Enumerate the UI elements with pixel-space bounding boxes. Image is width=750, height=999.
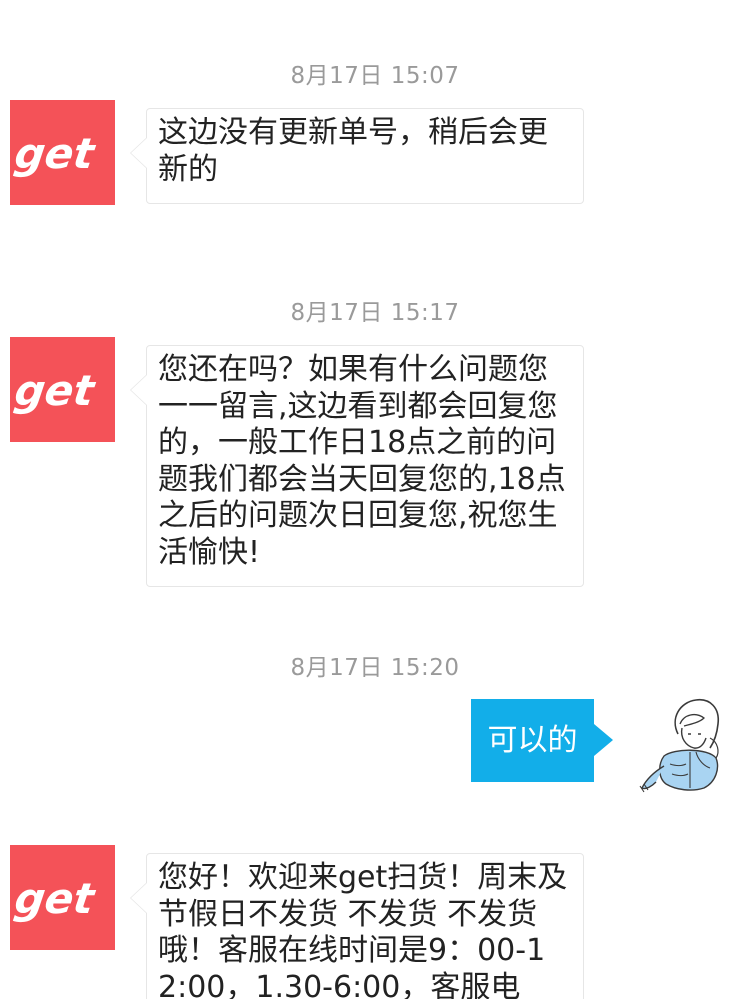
get-logo-avatar[interactable]: get (10, 845, 115, 950)
message-text: 您还在吗？如果有什么问题您一一留言,这边看到都会回复您的，一般工作日18点之前的… (158, 352, 566, 570)
message-timestamp: 8月17日 15:17 (290, 300, 460, 326)
chat-screen: 8月17日 15:07 get 这边没有更新单号，稍后会更新的 8月17日 15… (0, 0, 750, 999)
get-logo-text: get (12, 366, 99, 415)
message-timestamp: 8月17日 15:07 (290, 63, 460, 89)
bubble-tail (130, 374, 147, 406)
incoming-message-bubble[interactable]: 您还在吗？如果有什么问题您一一留言,这边看到都会回复您的，一般工作日18点之前的… (130, 345, 584, 587)
outgoing-message-bubble[interactable]: 可以的 (471, 699, 613, 782)
user-sketch-avatar-icon (634, 694, 738, 800)
incoming-message-bubble[interactable]: 您好！欢迎来get扫货！周末及节假日不发货 不发货 不发货哦！客服在线时间是9：… (130, 853, 584, 999)
message-text: 您好！欢迎来get扫货！周末及节假日不发货 不发货 不发货哦！客服在线时间是9：… (158, 860, 568, 999)
get-logo-avatar[interactable]: get (10, 100, 115, 205)
message-timestamp: 8月17日 15:20 (290, 655, 460, 681)
get-logo-text: get (12, 874, 99, 923)
get-logo-icon: get (12, 366, 99, 415)
message-text: 可以的 (487, 723, 578, 758)
bubble-tail (130, 137, 147, 169)
get-logo-icon: get (12, 874, 99, 923)
get-logo-icon: get (12, 129, 99, 178)
get-logo-text: get (12, 129, 99, 178)
bubble-tail (594, 724, 613, 756)
message-text: 这边没有更新单号，稍后会更新的 (158, 115, 548, 187)
get-logo-avatar[interactable]: get (10, 337, 115, 442)
incoming-message-bubble[interactable]: 这边没有更新单号，稍后会更新的 (130, 108, 584, 204)
bubble-tail (130, 882, 147, 914)
user-avatar[interactable] (634, 694, 738, 800)
